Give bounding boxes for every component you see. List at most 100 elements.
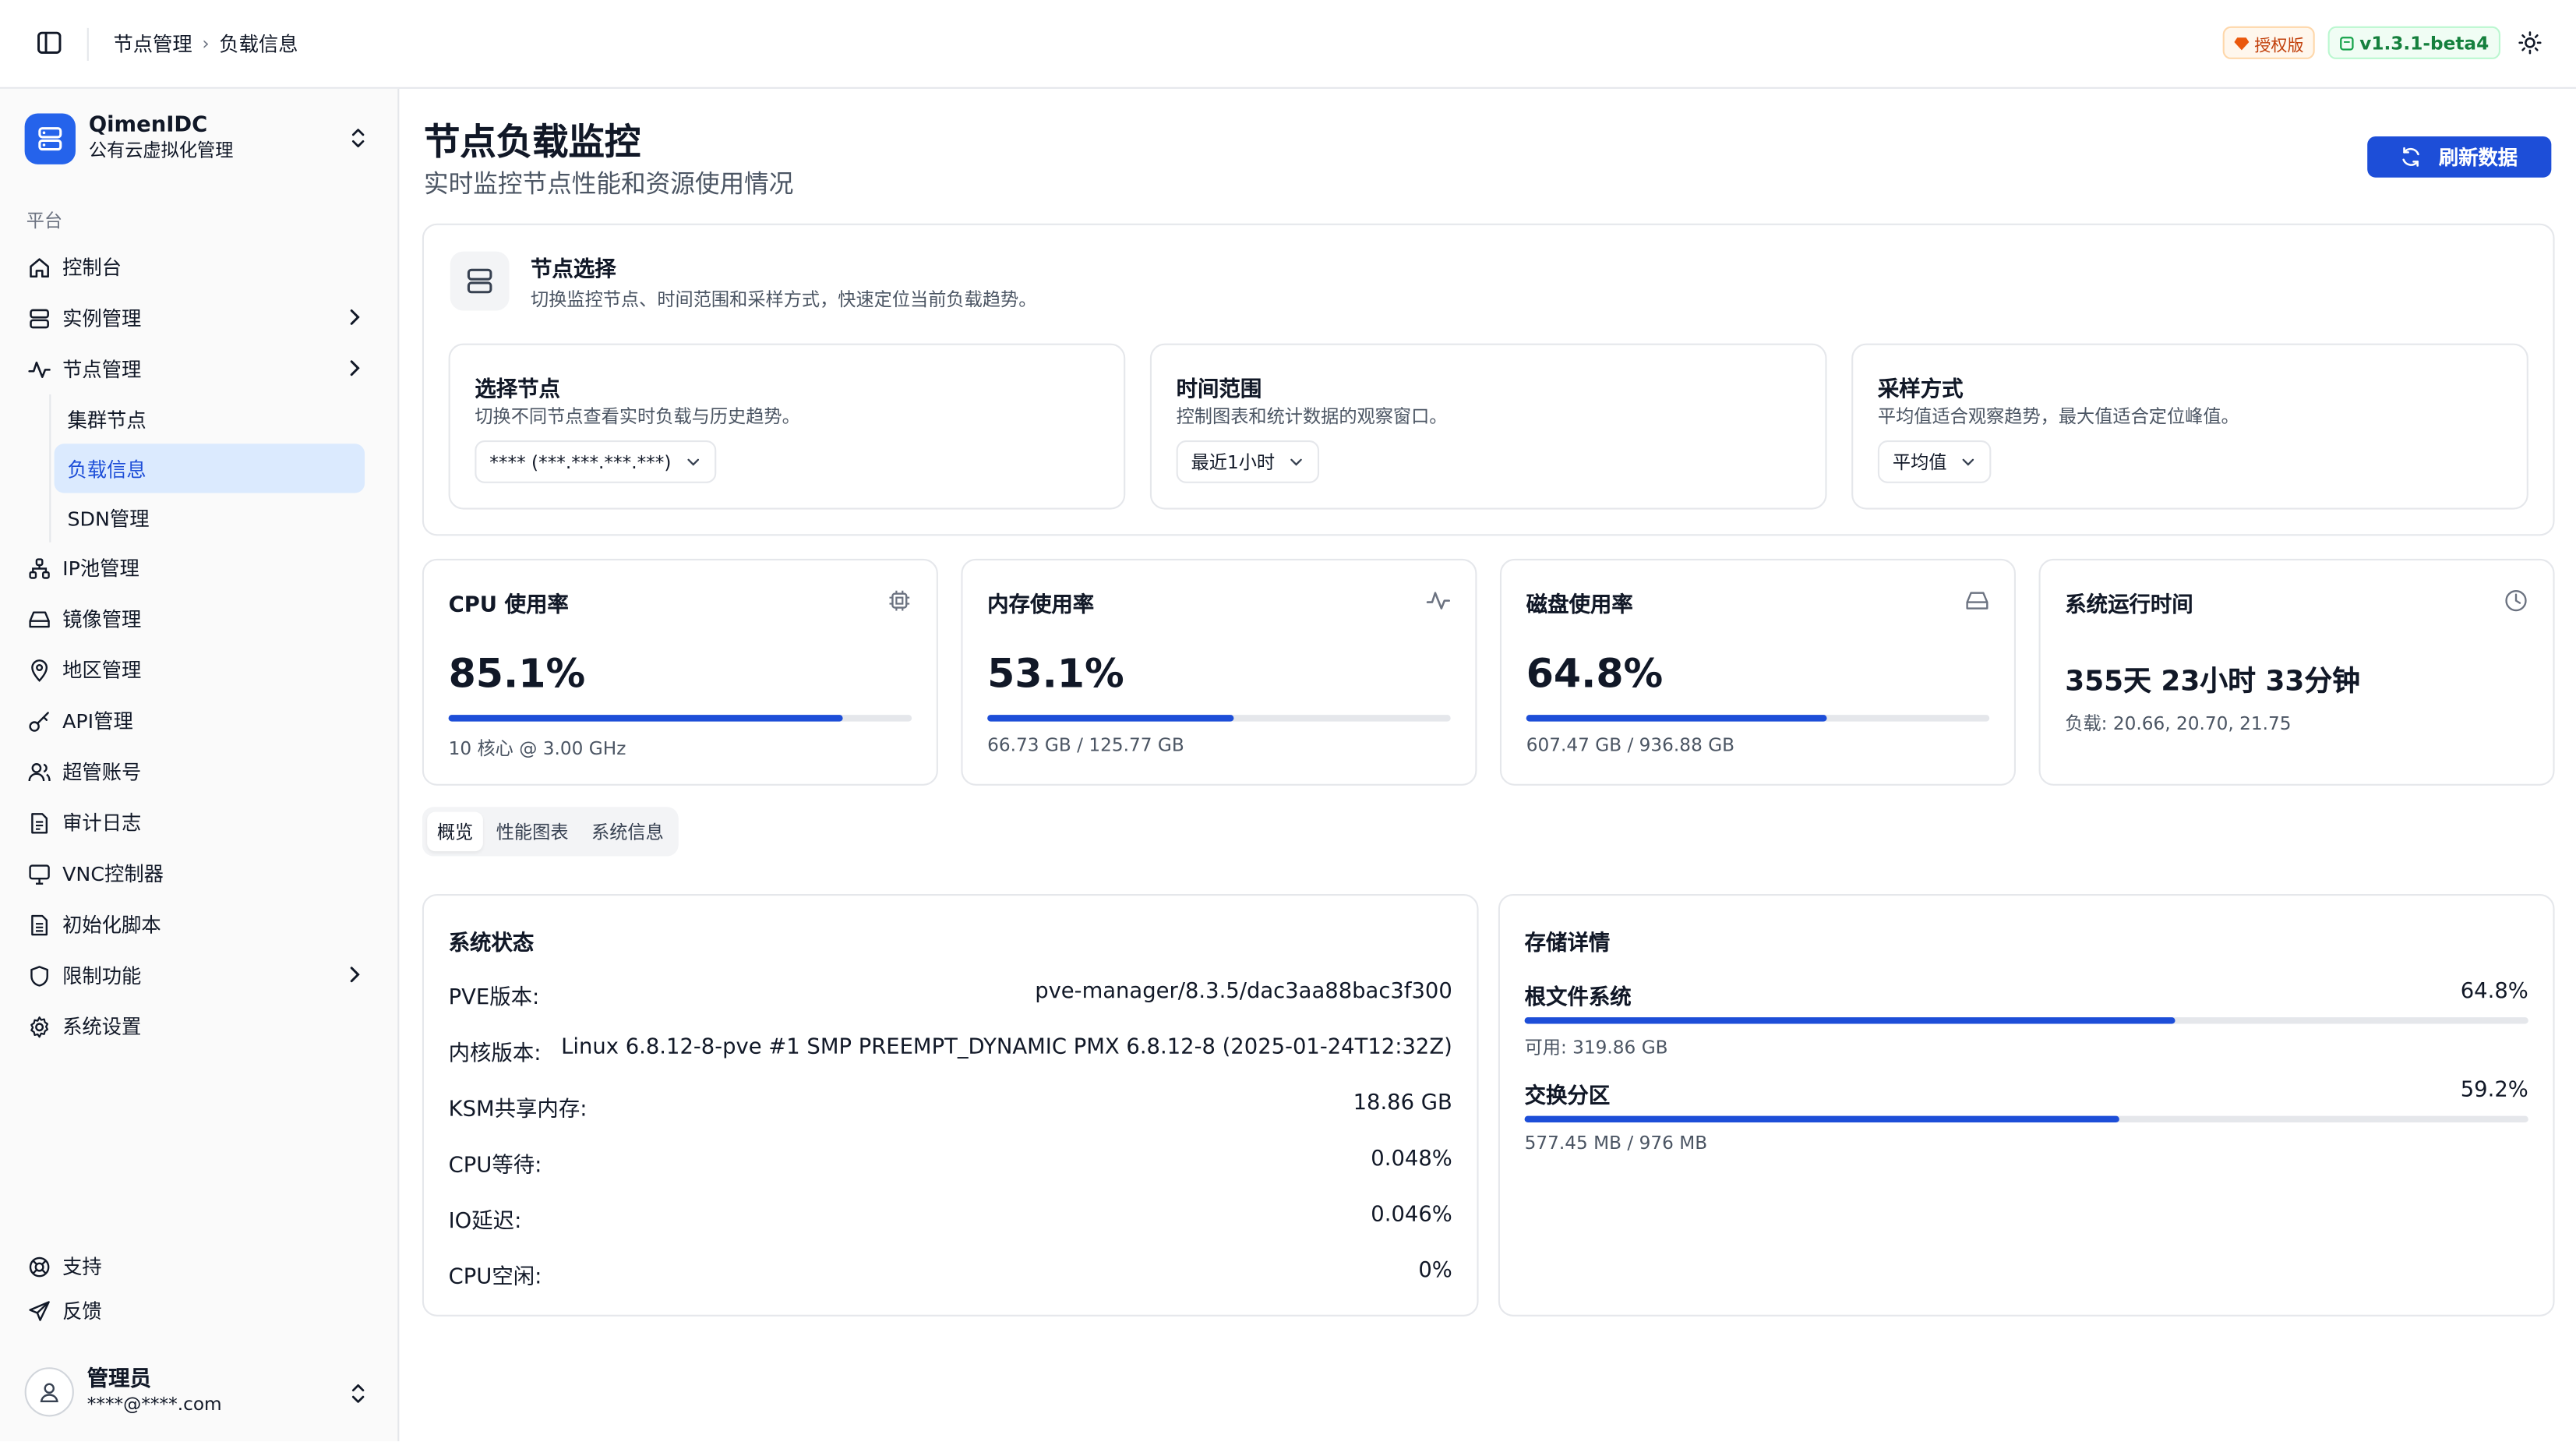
- divider: [86, 27, 89, 62]
- activity-icon: [1426, 588, 1452, 615]
- storage-details-card: 存储详情 根文件系统 64.8% 可用: 319.86 GB 交换分区 59.2% …: [1498, 893, 2555, 1317]
- sidebar-secondary-nav: 支持 反馈: [13, 1244, 384, 1333]
- status-key: CPU等待:: [448, 1154, 542, 1179]
- memory-usage-card: 内存使用率 53.1% 66.73 GB / 125.77 GB: [961, 558, 1477, 786]
- sidebar-subitem-cluster-nodes[interactable]: 集群节点: [55, 394, 365, 444]
- storage-name: 交换分区: [1524, 1084, 1611, 1110]
- hard-drive-icon: [1965, 588, 1992, 615]
- memory-usage-detail: 66.73 GB / 125.77 GB: [987, 734, 1184, 756]
- node-select[interactable]: **** (***.***.***.***): [475, 440, 716, 483]
- send-icon: [26, 1298, 53, 1324]
- sampling-panel: 采样方式 平均值适合观察趋势，最大值适合定位峰值。 平均值: [1851, 343, 2528, 510]
- sidebar-item-settings[interactable]: 系统设置: [13, 1001, 384, 1051]
- sidebar-item-label: 限制功能: [62, 964, 142, 988]
- page-title: 节点负载监控: [423, 123, 641, 164]
- sidebar-toggle-icon[interactable]: [36, 30, 62, 56]
- sidebar-item-vnc[interactable]: VNC控制器: [13, 848, 384, 899]
- status-key: PVE版本:: [448, 986, 540, 1011]
- server-icon: [450, 251, 510, 311]
- sidebar-item-dashboard[interactable]: 控制台: [13, 242, 384, 292]
- refresh-button[interactable]: 刷新数据: [2367, 136, 2552, 178]
- time-range-select[interactable]: 最近1小时: [1176, 440, 1320, 483]
- storage-progress: [1524, 1017, 2528, 1024]
- sidebar-subitem-sdn[interactable]: SDN管理: [55, 493, 365, 543]
- license-badge-label: 授权版: [2254, 37, 2304, 55]
- user-name: 管理员: [86, 1367, 152, 1392]
- sidebar-item-label: 控制台: [62, 256, 122, 280]
- storage-percent: 59.2%: [2460, 1078, 2528, 1103]
- sidebar-item-nodes[interactable]: 节点管理: [13, 344, 384, 394]
- sidebar-item-images[interactable]: 镜像管理: [13, 593, 384, 644]
- sidebar-item-support[interactable]: 支持: [13, 1244, 384, 1288]
- cpu-usage-progress-fill: [448, 715, 843, 722]
- status-value: Linux 6.8.12-8-pve #1 SMP PREEMPT_DYNAMI…: [561, 1035, 1452, 1060]
- storage-row-swap: 交换分区 59.2% 577.45 MB / 976 MB: [1524, 1078, 2528, 1154]
- sidebar-subitem-load-info[interactable]: 负载信息: [54, 444, 365, 493]
- memory-usage-progress-fill: [987, 715, 1233, 722]
- tab-system-info[interactable]: 系统信息: [581, 812, 673, 852]
- status-row: KSM共享内存: 18.86 GB: [449, 1091, 1452, 1122]
- sidebar-item-label: 审计日志: [62, 811, 142, 836]
- sidebar-item-feedback[interactable]: 反馈: [13, 1288, 384, 1333]
- brand-subtitle: 公有云虚拟化管理: [88, 140, 234, 161]
- app-root: 节点管理 › 负载信息 授权版 v1.3.1-beta4 QimenIDC 公有…: [0, 0, 2576, 1442]
- status-key: 内核版本:: [448, 1041, 542, 1067]
- user-menu[interactable]: 管理员 ****@****.com: [24, 1362, 378, 1422]
- disk-usage-progress: [1526, 715, 1990, 722]
- status-row: PVE版本: pve-manager/8.3.5/dac3aa88bac3f300: [449, 980, 1452, 1011]
- sampling-title: 采样方式: [1877, 377, 1964, 403]
- server-icon: [26, 305, 53, 331]
- storage-row-rootfs: 根文件系统 64.8% 可用: 319.86 GB: [1524, 979, 2528, 1060]
- disk-usage-value: 64.8%: [1526, 650, 1664, 697]
- breadcrumb: 节点管理 › 负载信息: [113, 30, 298, 58]
- sidebar-nav: 控制台 实例管理 节点管理 集群节点 负载信息 SDN管理 IP池管理 镜像管理…: [13, 242, 384, 1051]
- node-select-value: **** (***.***.***.***): [489, 451, 672, 473]
- load-average: 负载: 20.66, 20.70, 21.75: [2065, 713, 2292, 735]
- select-node-title: 选择节点: [475, 377, 560, 403]
- chevron-right-icon: [345, 965, 365, 984]
- time-range-panel: 时间范围 控制图表和统计数据的观察窗口。 最近1小时: [1149, 343, 1827, 510]
- status-row: CPU等待: 0.048%: [449, 1147, 1452, 1179]
- file-text-icon: [26, 809, 53, 836]
- status-value: 18.86 GB: [1353, 1090, 1452, 1116]
- tab-performance-charts[interactable]: 性能图表: [486, 812, 578, 852]
- brand-switcher[interactable]: QimenIDC 公有云虚拟化管理: [24, 110, 378, 166]
- cpu-usage-progress: [448, 715, 912, 722]
- uptime-title: 系统运行时间: [2065, 593, 2193, 618]
- sidebar-item-restrictions[interactable]: 限制功能: [13, 950, 384, 1001]
- status-key: KSM共享内存:: [448, 1097, 588, 1123]
- topbar-right: 授权版 v1.3.1-beta4: [2223, 26, 2546, 59]
- chevron-down-icon: [1962, 458, 1974, 466]
- sidebar-item-label: IP池管理: [62, 557, 139, 581]
- sidebar-item-label: 地区管理: [62, 659, 142, 682]
- package-icon: [2340, 36, 2355, 50]
- tab-overview[interactable]: 概览: [427, 811, 483, 852]
- time-range-desc: 控制图表和统计数据的观察窗口。: [1176, 405, 1448, 428]
- sidebar-item-init-scripts[interactable]: 初始化脚本: [13, 899, 384, 949]
- cpu-usage-card: CPU 使用率 85.1% 10 核心 @ 3.00 GHz: [422, 558, 938, 786]
- storage-detail: 577.45 MB / 976 MB: [1524, 1132, 1708, 1154]
- breadcrumb-item[interactable]: 节点管理: [113, 30, 192, 58]
- page-subtitle: 实时监控节点性能和资源使用情况: [423, 169, 794, 200]
- sidebar-item-label: 支持: [62, 1255, 102, 1279]
- user-email: ****@****.com: [86, 1393, 222, 1415]
- sidebar-item-audit-log[interactable]: 审计日志: [13, 797, 384, 848]
- sidebar-item-admins[interactable]: 超管账号: [13, 746, 384, 797]
- status-value: pve-manager/8.3.5/dac3aa88bac3f300: [1035, 979, 1452, 1005]
- storage-percent: 64.8%: [2460, 979, 2528, 1005]
- sampling-select[interactable]: 平均值: [1877, 440, 1992, 483]
- user-icon: [40, 1383, 58, 1403]
- sidebar-item-instances[interactable]: 实例管理: [13, 292, 384, 343]
- sidebar-item-label: 超管账号: [62, 761, 142, 784]
- theme-toggle-sun-icon[interactable]: [2514, 27, 2546, 59]
- sidebar-item-api[interactable]: API管理: [13, 695, 384, 746]
- version-badge: v1.3.1-beta4: [2328, 26, 2500, 59]
- node-selector-card: 节点选择 切换监控节点、时间范围和采样方式，快速定位当前负载趋势。 选择节点 切…: [422, 223, 2555, 536]
- status-key: CPU空闲:: [448, 1265, 542, 1291]
- sidebar-item-label: 实例管理: [62, 307, 142, 330]
- storage-progress: [1524, 1115, 2528, 1123]
- shield-icon: [26, 962, 53, 988]
- sidebar-item-regions[interactable]: 地区管理: [13, 644, 384, 694]
- system-status-title: 系统状态: [448, 931, 535, 957]
- sidebar-item-ip-pool[interactable]: IP池管理: [13, 543, 384, 593]
